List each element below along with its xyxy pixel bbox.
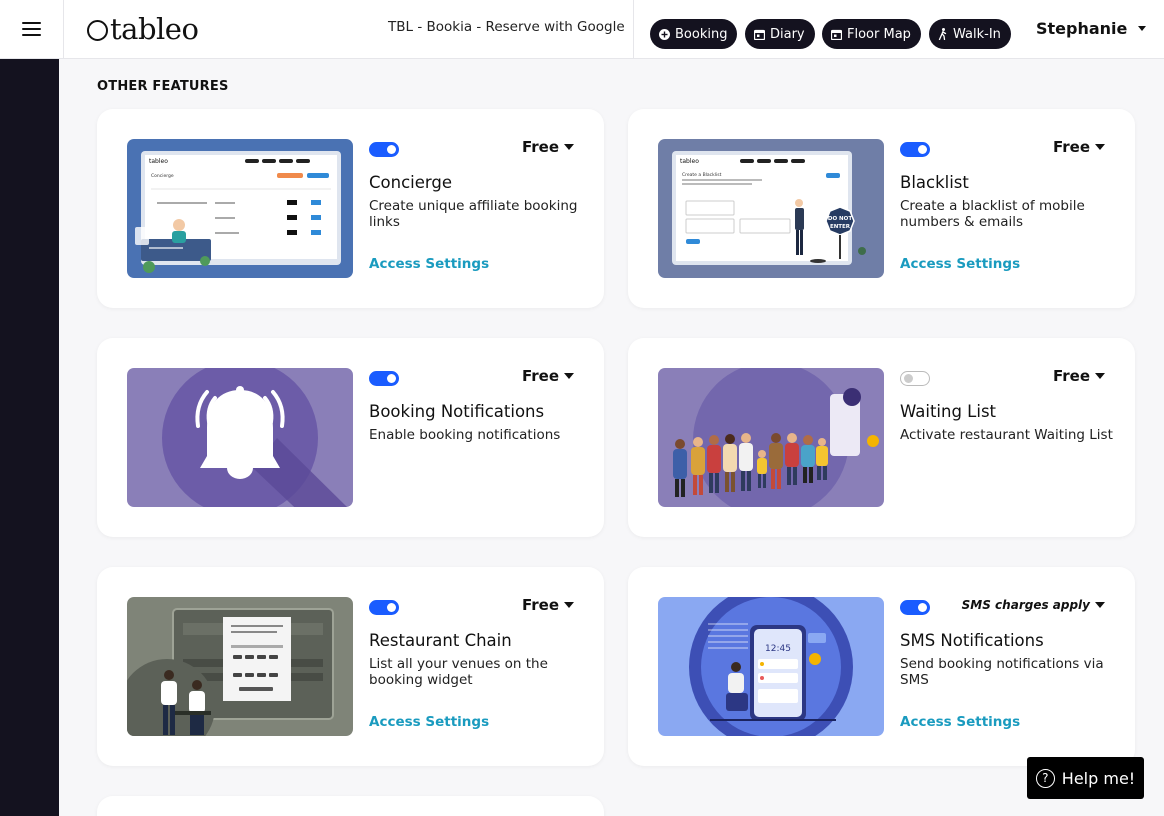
card-title: Blacklist bbox=[900, 173, 969, 192]
bell-illustration bbox=[127, 368, 353, 507]
caret-down-icon bbox=[564, 144, 574, 150]
caret-down-icon bbox=[564, 373, 574, 379]
concierge-access-settings-link[interactable]: Access Settings bbox=[369, 256, 489, 272]
concierge-illustration: tableo Concierge bbox=[127, 139, 353, 278]
restaurant-chain-access-settings-link[interactable]: Access Settings bbox=[369, 714, 489, 730]
blacklist-access-settings-link[interactable]: Access Settings bbox=[900, 256, 1020, 272]
card-title: Concierge bbox=[369, 173, 452, 192]
floor-map-button[interactable]: Floor Map bbox=[822, 19, 921, 49]
concierge-toggle[interactable] bbox=[369, 142, 399, 157]
caret-down-icon bbox=[564, 602, 574, 608]
svg-text:DO NOT: DO NOT bbox=[828, 216, 852, 222]
feature-card-booking-notifications: Free Booking Notifications Enable bookin… bbox=[97, 338, 604, 537]
user-name: Stephanie bbox=[1036, 19, 1128, 38]
waiting-list-price-dropdown[interactable]: Free bbox=[1053, 367, 1105, 385]
restaurant-chain-illustration bbox=[127, 597, 353, 736]
diary-button[interactable]: Diary bbox=[745, 19, 815, 49]
waiting-list-toggle[interactable] bbox=[900, 371, 930, 386]
card-title: Restaurant Chain bbox=[369, 631, 512, 650]
booking-button-label: Booking bbox=[675, 26, 728, 42]
feature-card-sms-notifications: 12:45 SMS charges apply SMS Notification… bbox=[628, 567, 1135, 766]
svg-text:tableo: tableo bbox=[680, 158, 699, 165]
help-button[interactable]: ? Help me! bbox=[1027, 757, 1144, 799]
feature-card-restaurant-chain: Free Restaurant Chain List all your venu… bbox=[97, 567, 604, 766]
floor-map-button-label: Floor Map bbox=[847, 26, 911, 42]
hamburger-menu-button[interactable] bbox=[0, 0, 64, 58]
card-description: Create unique affiliate booking links bbox=[369, 198, 578, 230]
tableo-logo[interactable]: tableo bbox=[87, 12, 199, 46]
caret-down-icon bbox=[1095, 602, 1105, 608]
card-title: SMS Notifications bbox=[900, 631, 1044, 650]
chevron-down-icon bbox=[1138, 26, 1147, 31]
sms-notifications-toggle[interactable] bbox=[900, 600, 930, 615]
restaurant-chain-price-dropdown[interactable]: Free bbox=[522, 596, 574, 614]
help-button-label: Help me! bbox=[1061, 768, 1136, 788]
svg-text:ENTER: ENTER bbox=[830, 224, 851, 230]
card-title: Waiting List bbox=[900, 402, 997, 421]
blacklist-toggle[interactable] bbox=[900, 142, 930, 157]
card-description: Create a blacklist of mobile numbers & e… bbox=[900, 198, 1085, 230]
card-description: List all your venues on the booking widg… bbox=[369, 656, 548, 688]
question-mark-icon: ? bbox=[1035, 768, 1055, 788]
svg-text:12:45: 12:45 bbox=[765, 644, 791, 654]
sms-notifications-price-dropdown[interactable]: SMS charges apply bbox=[962, 598, 1105, 612]
top-bar: tableo TBL - Bookia - Reserve with Googl… bbox=[0, 0, 1164, 59]
svg-text:Concierge: Concierge bbox=[151, 173, 174, 179]
caret-down-icon bbox=[1095, 144, 1105, 150]
svg-text:Create a Blacklist: Create a Blacklist bbox=[682, 172, 722, 178]
feature-card-concierge: tableo Concierge Free Concierge Create u… bbox=[97, 109, 604, 308]
feature-card-waiting-list: Free Waiting List Activate restaurant Wa… bbox=[628, 338, 1135, 537]
card-description: Send booking notifications via SMS bbox=[900, 656, 1104, 688]
walking-person-icon bbox=[938, 28, 947, 40]
booking-notifications-price-dropdown[interactable]: Free bbox=[522, 367, 574, 385]
card-description: Activate restaurant Waiting List bbox=[900, 427, 1113, 443]
feature-card-partial bbox=[97, 796, 604, 816]
hamburger-icon bbox=[22, 22, 41, 36]
card-title: Booking Notifications bbox=[369, 402, 545, 421]
section-title: OTHER FEATURES bbox=[97, 79, 229, 94]
concierge-price-dropdown[interactable]: Free bbox=[522, 138, 574, 156]
venue-name: TBL - Bookia - Reserve with Google bbox=[388, 19, 625, 35]
sms-illustration: 12:45 bbox=[658, 597, 884, 736]
blacklist-price-dropdown[interactable]: Free bbox=[1053, 138, 1105, 156]
svg-text:tableo: tableo bbox=[149, 158, 168, 165]
sidebar bbox=[0, 59, 59, 816]
card-description: Enable booking notifications bbox=[369, 427, 561, 443]
feature-card-blacklist: tableo Create a Blacklist DO NOT ENTER F… bbox=[628, 109, 1135, 308]
queue-illustration bbox=[658, 368, 884, 507]
calendar-icon bbox=[754, 29, 765, 40]
walk-in-button-label: Walk-In bbox=[953, 26, 1001, 42]
blacklist-illustration: tableo Create a Blacklist DO NOT ENTER bbox=[658, 139, 884, 278]
caret-down-icon bbox=[1095, 373, 1105, 379]
calendar-icon bbox=[831, 29, 842, 40]
booking-notifications-toggle[interactable] bbox=[369, 371, 399, 386]
plus-circle-icon bbox=[659, 28, 670, 40]
booking-button[interactable]: Booking bbox=[650, 19, 738, 49]
user-menu[interactable]: Stephanie bbox=[1036, 19, 1147, 38]
diary-button-label: Diary bbox=[770, 26, 805, 42]
walk-in-button[interactable]: Walk-In bbox=[929, 19, 1011, 49]
sms-notifications-access-settings-link[interactable]: Access Settings bbox=[900, 714, 1020, 730]
restaurant-chain-toggle[interactable] bbox=[369, 600, 399, 615]
